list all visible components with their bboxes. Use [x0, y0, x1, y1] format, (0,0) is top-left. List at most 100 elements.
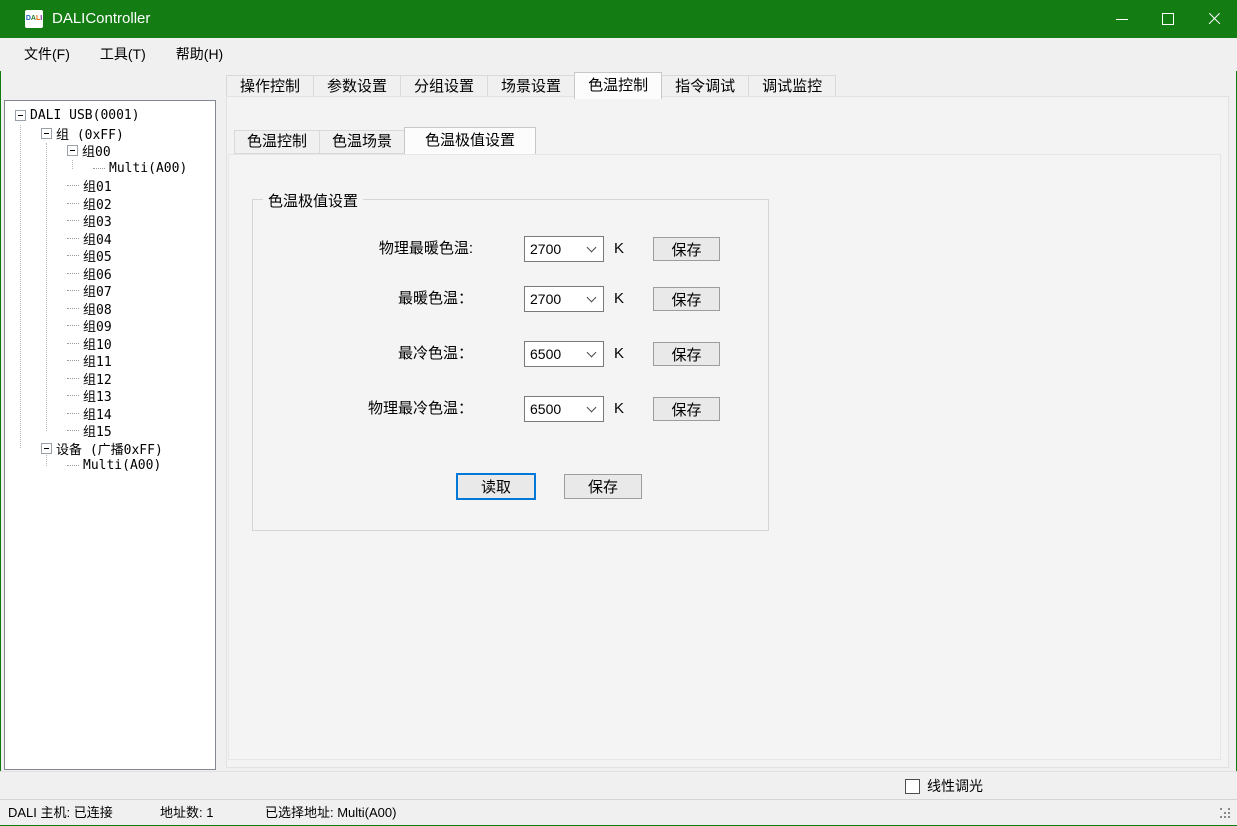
tree-item[interactable]: 组00	[5, 142, 215, 160]
footer-strip: 线性调光	[0, 771, 1237, 799]
linear-dimming-checkbox[interactable]	[905, 779, 920, 794]
sub-tab-strip: 色温控制色温场景色温极值设置	[234, 129, 536, 154]
tree-item[interactable]: DALI USB(0001)	[5, 107, 215, 125]
temperature-combobox[interactable]: 6500	[524, 341, 604, 367]
tree-item-label: Multi(A00)	[83, 458, 161, 473]
tree-connector	[67, 430, 79, 431]
tree-item[interactable]: 组02	[5, 195, 215, 213]
collapse-icon[interactable]	[67, 145, 78, 156]
temperature-combobox[interactable]: 2700	[524, 236, 604, 262]
collapse-icon[interactable]	[41, 443, 52, 454]
sub-tab-1[interactable]: 色温场景	[319, 130, 405, 154]
tree-connector	[67, 465, 79, 466]
status-item-1: 地址数: 1	[160, 800, 213, 825]
save-button[interactable]: 保存	[653, 397, 720, 421]
tree-item[interactable]: 组11	[5, 352, 215, 370]
tree-item[interactable]: 组13	[5, 387, 215, 405]
tree-connector	[67, 378, 79, 379]
resize-grip-icon[interactable]	[1220, 808, 1232, 820]
chevron-down-icon	[587, 243, 597, 253]
tree-item-label: 组00	[82, 141, 111, 160]
sub-tab-0[interactable]: 色温控制	[234, 130, 320, 154]
tree-item[interactable]: 组14	[5, 405, 215, 423]
tree-connector	[67, 413, 79, 414]
tree-item-label: 组07	[83, 281, 112, 300]
tree-connector	[67, 220, 79, 221]
chevron-down-icon	[587, 403, 597, 413]
status-item-0: DALI 主机: 已连接	[8, 800, 113, 825]
tree-connector	[67, 308, 79, 309]
tree-item[interactable]: 组04	[5, 230, 215, 248]
tree-item-label: 组03	[83, 211, 112, 230]
combobox-value: 2700	[530, 237, 561, 261]
minimize-button[interactable]	[1099, 0, 1145, 38]
combobox-value: 2700	[530, 287, 561, 311]
tree-connector	[67, 360, 79, 361]
tree-item[interactable]: Multi(A00)	[5, 457, 215, 475]
menu-item-1[interactable]: 工具(T)	[100, 38, 146, 71]
maximize-button[interactable]	[1145, 0, 1191, 38]
tree-item-label: 组06	[83, 264, 112, 283]
app-icon: DALI	[25, 10, 43, 28]
tree-item[interactable]: 设备 (广播0xFF)	[5, 440, 215, 458]
tree-item-label: 组11	[83, 351, 112, 370]
save-button[interactable]: 保存	[653, 287, 720, 311]
tree-connector	[67, 325, 79, 326]
tree-item-label: DALI USB(0001)	[30, 108, 140, 123]
status-item-2: 已选择地址: Multi(A00)	[265, 800, 396, 825]
collapse-icon[interactable]	[15, 110, 26, 121]
tree-item[interactable]: 组07	[5, 282, 215, 300]
unit-label: K	[614, 236, 624, 262]
save-button[interactable]: 保存	[653, 342, 720, 366]
tree-item-label: 组01	[83, 176, 112, 195]
tree-item[interactable]: 组10	[5, 335, 215, 353]
tree-item-label: 组12	[83, 369, 112, 388]
menu-bar: 文件(F) 工具(T) 帮助(H)	[0, 38, 1237, 71]
tree-connector	[67, 238, 79, 239]
tree-item-label: 组09	[83, 316, 112, 335]
tree-item-label: 组04	[83, 229, 112, 248]
form-row: 最冷色温：6500K保存	[253, 341, 768, 367]
save-all-button[interactable]: 保存	[564, 474, 642, 499]
status-bar: DALI 主机: 已连接 地址数: 1 已选择地址: Multi(A00)	[0, 799, 1237, 825]
linear-dimming-label: 线性调光	[927, 772, 983, 800]
main-tab-4[interactable]: 色温控制	[574, 72, 662, 99]
tree-item-label: 组10	[83, 334, 112, 353]
chevron-down-icon	[587, 348, 597, 358]
tree-item[interactable]: Multi(A00)	[5, 160, 215, 178]
tree-connector	[67, 203, 79, 204]
main-tab-page: 色温控制色温场景色温极值设置 色温极值设置 物理最暖色温:2700K保存最暖色温…	[226, 96, 1229, 768]
tree-item-label: 组 (0xFF)	[56, 124, 124, 143]
menu-item-0[interactable]: 文件(F)	[24, 38, 70, 71]
tree-item-label: 组15	[83, 421, 112, 440]
tree-connector	[67, 343, 79, 344]
save-button[interactable]: 保存	[653, 237, 720, 261]
read-button[interactable]: 读取	[456, 473, 536, 500]
device-tree[interactable]: DALI USB(0001)组 (0xFF)组00Multi(A00)组01组0…	[4, 100, 216, 770]
tree-item[interactable]: 组03	[5, 212, 215, 230]
tree-item[interactable]: 组05	[5, 247, 215, 265]
tree-connector	[67, 395, 79, 396]
tree-item-label: Multi(A00)	[109, 161, 187, 176]
tree-item-label: 组02	[83, 194, 112, 213]
tree-item[interactable]: 组15	[5, 422, 215, 440]
menu-item-2[interactable]: 帮助(H)	[176, 38, 223, 71]
tree-item-label: 组13	[83, 386, 112, 405]
tree-item[interactable]: 组06	[5, 265, 215, 283]
tree-item[interactable]: 组08	[5, 300, 215, 318]
tree-item[interactable]: 组01	[5, 177, 215, 195]
close-button[interactable]	[1191, 0, 1237, 38]
tree-item-label: 组08	[83, 299, 112, 318]
collapse-icon[interactable]	[41, 128, 52, 139]
title-bar: DALI DALIController	[0, 0, 1237, 38]
tree-item[interactable]: 组12	[5, 370, 215, 388]
combobox-value: 6500	[530, 397, 561, 421]
tree-item[interactable]: 组 (0xFF)	[5, 125, 215, 143]
tree-item[interactable]: 组09	[5, 317, 215, 335]
unit-label: K	[614, 396, 624, 422]
tree-item-label: 组14	[83, 404, 112, 423]
sub-tab-2[interactable]: 色温极值设置	[404, 127, 536, 154]
form-row: 最暖色温：2700K保存	[253, 286, 768, 312]
temperature-combobox[interactable]: 6500	[524, 396, 604, 422]
temperature-combobox[interactable]: 2700	[524, 286, 604, 312]
